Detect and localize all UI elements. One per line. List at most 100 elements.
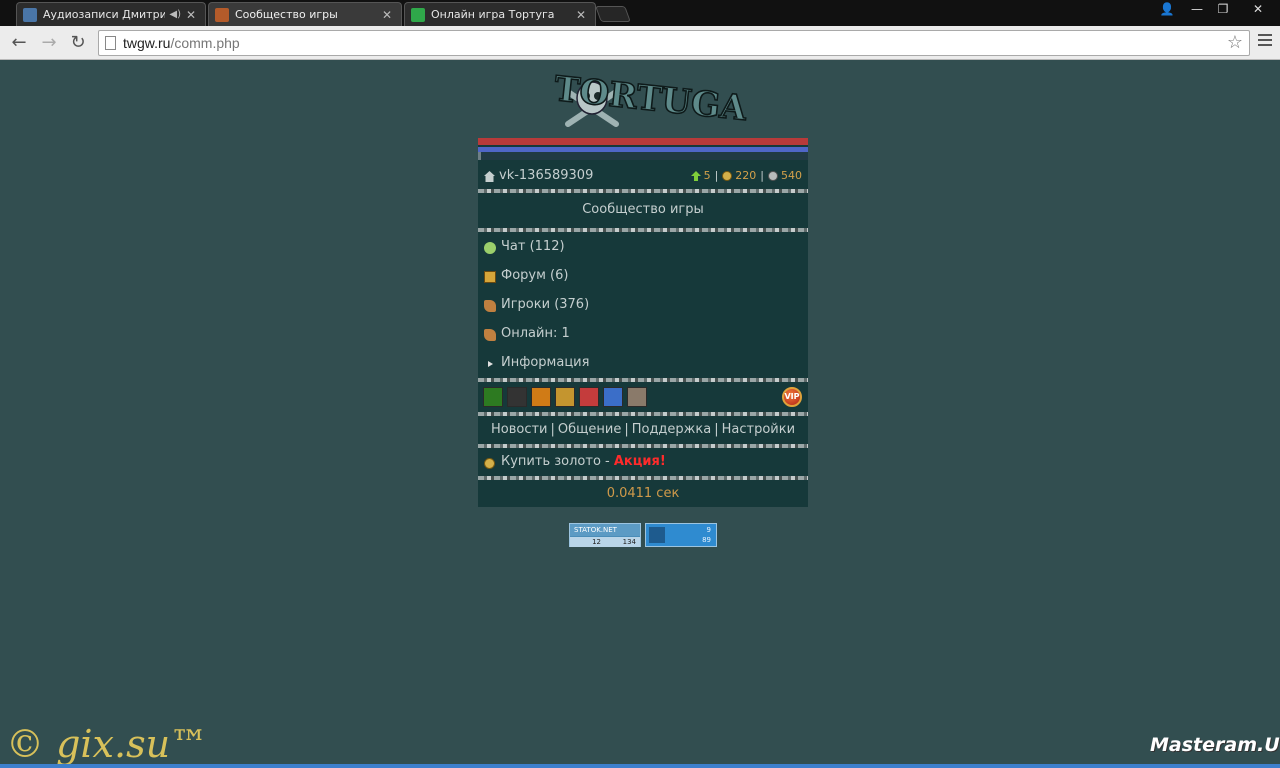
link-communication[interactable]: Общение	[558, 422, 621, 437]
close-tab-icon[interactable]: ✕	[381, 8, 393, 22]
tab-title: Аудиозаписи Дмитрия К	[43, 8, 166, 21]
restore-button[interactable]: ❐	[1208, 0, 1238, 18]
level-value: 5	[703, 169, 711, 182]
game-panel: vk-136589309 5 | 220 | 540 Сообщество иг…	[478, 138, 808, 507]
tab-audio[interactable]: Аудиозаписи Дмитрия К ◀) ✕	[16, 2, 206, 26]
hp-bar	[478, 138, 808, 145]
menu-item-chat[interactable]: Чат (112)	[478, 234, 808, 260]
statok-left-value: 12	[592, 538, 601, 546]
tab-tortuga-game[interactable]: Онлайн игра Тортуга ✕	[404, 2, 596, 26]
page-gen-time: 0.0411 сек	[606, 486, 680, 501]
bookmark-star-icon[interactable]: ☆	[1227, 32, 1243, 53]
blue-star-badge-icon[interactable]	[603, 387, 623, 407]
url-text: twgw.ru/comm.php	[123, 35, 240, 51]
pirate-favicon-icon	[215, 7, 229, 22]
watermark-masteram: Masteram.US	[1150, 734, 1280, 756]
link-separator: |	[624, 422, 629, 437]
url-domain: twgw.ru	[123, 35, 171, 51]
menu-item-players[interactable]: Игроки (376)	[478, 292, 808, 318]
footer-links: Новости | Общение | Поддержка | Настройки	[478, 422, 808, 437]
link-settings[interactable]: Настройки	[722, 422, 795, 437]
sun-badge-icon[interactable]	[531, 387, 551, 407]
gold-coin-icon	[484, 458, 495, 469]
menu-item-label: Онлайн: 1	[501, 326, 570, 341]
divider	[478, 378, 808, 382]
address-bar[interactable]: twgw.ru/comm.php ☆	[98, 30, 1250, 56]
divider	[478, 412, 808, 416]
badge-bar	[483, 387, 651, 407]
chat-icon	[484, 242, 496, 254]
silver-value: 540	[781, 169, 802, 182]
menu-item-label: Игроки (376)	[501, 297, 590, 312]
menu-item-label: Форум (6)	[501, 268, 569, 283]
new-tab-button[interactable]	[595, 6, 631, 22]
page-icon	[105, 36, 116, 50]
gold-value: 220	[735, 169, 757, 182]
checkmark-favicon-icon	[411, 7, 425, 22]
username[interactable]: vk-136589309	[499, 168, 593, 183]
taskbar-edge	[0, 764, 1280, 768]
reload-button[interactable]: ↻	[67, 32, 89, 54]
vip-icon[interactable]: VIP	[782, 387, 802, 407]
red-star-badge-icon[interactable]	[579, 387, 599, 407]
gold-coin-icon	[722, 170, 733, 181]
close-tab-icon[interactable]: ✕	[185, 8, 197, 22]
scroll-icon	[484, 300, 496, 312]
divider	[478, 444, 808, 448]
counter-top-value: 9	[706, 526, 711, 534]
menu-item-label: Чат (112)	[501, 239, 565, 254]
menu-item-forum[interactable]: Форум (6)	[478, 263, 808, 289]
arrow-icon	[488, 361, 493, 367]
watermark-gix: © gix.su™	[6, 722, 209, 766]
buy-gold-label: Купить золото -	[501, 454, 610, 469]
scroll-icon	[484, 329, 496, 341]
user-stats: 5 | 220 | 540	[690, 169, 802, 182]
link-news[interactable]: Новости	[491, 422, 548, 437]
vk-favicon-icon	[23, 7, 37, 22]
menu-item-online[interactable]: Онлайн: 1	[478, 321, 808, 347]
chrome-menu-button[interactable]	[1258, 34, 1272, 48]
tab-title: Онлайн игра Тортуга	[431, 8, 555, 21]
logo-text: TORTUGA	[552, 69, 748, 129]
face-badge-icon[interactable]	[627, 387, 647, 407]
link-support[interactable]: Поддержка	[632, 422, 712, 437]
forum-icon	[484, 271, 496, 283]
tortuga-logo[interactable]: TORTUGA	[538, 62, 748, 142]
audio-playing-icon[interactable]: ◀)	[169, 9, 181, 20]
buy-gold-row[interactable]: Купить золото - Акция!	[478, 454, 808, 474]
pirate-skull-badge-icon[interactable]	[507, 387, 527, 407]
forward-button[interactable]: →	[38, 32, 60, 54]
browser-toolbar: ← → ↻ twgw.ru/comm.php ☆	[0, 26, 1280, 60]
shield-badge-icon[interactable]	[555, 387, 575, 407]
link-separator: |	[550, 422, 555, 437]
counter-bottom-value: 89	[702, 536, 711, 544]
close-window-button[interactable]: ✕	[1240, 0, 1276, 18]
home-icon[interactable]	[484, 171, 495, 182]
silver-coin-icon	[768, 170, 778, 181]
statok-right-value: 134	[622, 538, 636, 546]
divider	[478, 476, 808, 480]
statok-label: STATOK.NET	[570, 524, 640, 536]
statok-counter[interactable]: STATOK.NET 12 134	[569, 523, 641, 547]
divider	[478, 228, 808, 232]
green-warrior-badge-icon[interactable]	[483, 387, 503, 407]
promo-label: Акция!	[613, 454, 666, 469]
tab-community[interactable]: Сообщество игры ✕	[208, 2, 402, 26]
url-path: /comm.php	[170, 35, 240, 51]
back-button[interactable]: ←	[8, 32, 30, 54]
user-row: vk-136589309 5 | 220 | 540	[478, 166, 808, 188]
menu-item-info[interactable]: Информация	[478, 350, 808, 376]
link-separator: |	[714, 422, 719, 437]
menu-item-label: Информация	[501, 355, 590, 370]
profile-icon[interactable]: 👤	[1152, 0, 1182, 18]
bar-chart-icon	[649, 527, 665, 543]
close-tab-icon[interactable]: ✕	[575, 8, 587, 22]
buy-gold-link[interactable]: Купить золото - Акция!	[501, 454, 666, 469]
statok-values: 12 134	[570, 537, 640, 547]
level-up-arrow-icon	[690, 170, 701, 181]
exp-bar	[478, 152, 808, 160]
visit-counter[interactable]: 9 89	[645, 523, 717, 547]
page-title: Сообщество игры	[582, 202, 704, 217]
divider	[478, 189, 808, 193]
browser-titlebar: Аудиозаписи Дмитрия К ◀) ✕ Сообщество иг…	[0, 0, 1280, 26]
